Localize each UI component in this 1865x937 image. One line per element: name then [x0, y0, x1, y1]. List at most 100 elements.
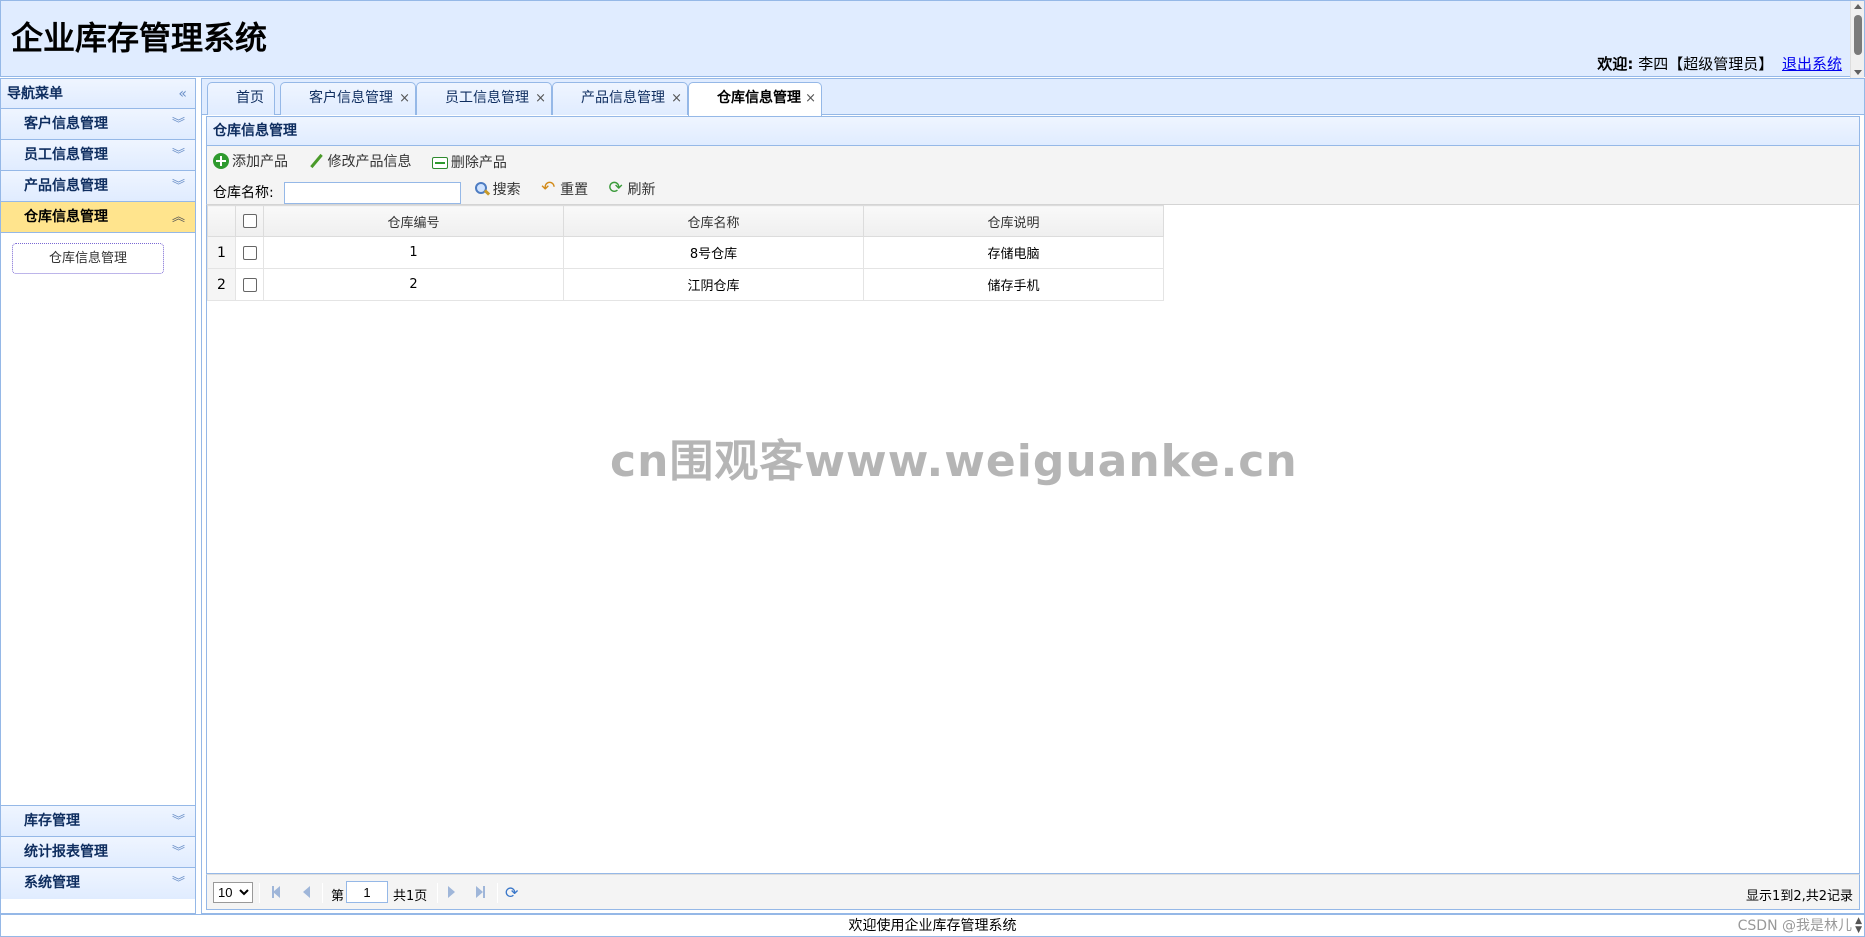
search-button-label: 搜索: [492, 182, 521, 198]
column-header[interactable]: 仓库说明: [863, 205, 1164, 237]
divider: [259, 883, 260, 903]
edit-product-button[interactable]: 修改产品信息: [308, 150, 411, 172]
delete-product-label: 删除产品: [450, 155, 507, 171]
welcome-label: 欢迎:: [1597, 55, 1634, 73]
cell-name: 8号仓库: [563, 236, 864, 269]
close-icon[interactable]: ×: [535, 83, 546, 114]
tab-label: 仓库信息管理: [717, 90, 801, 106]
search-button[interactable]: 搜索: [474, 178, 521, 200]
undo-icon: [541, 178, 557, 198]
chevron-down-icon: ︾: [171, 845, 185, 860]
scroll-thumb[interactable]: [1854, 15, 1862, 55]
previous-page-icon[interactable]: [303, 886, 310, 898]
app-header: 企业库存管理系统 欢迎: 李四【超级管理员】 退出系统: [0, 0, 1865, 78]
reset-button[interactable]: 重置: [541, 178, 588, 200]
sidebar-item-employee[interactable]: 员工信息管理 ︾: [1, 140, 195, 171]
row-select-cell: [235, 268, 264, 301]
pagination-bar: 10 第 共1页 ⟳ 显示1到2,共2记录: [206, 874, 1860, 910]
page-prefix: 第: [331, 889, 345, 904]
reset-button-label: 重置: [560, 182, 589, 198]
tab-label: 产品信息管理: [581, 90, 665, 106]
close-icon[interactable]: ×: [399, 83, 410, 114]
sidebar-item-product[interactable]: 产品信息管理 ︾: [1, 171, 195, 202]
sidebar: 导航菜单 « 客户信息管理 ︾ 员工信息管理 ︾ 产品信息管理 ︾ 仓库信息管理…: [0, 78, 196, 914]
edit-product-label: 修改产品信息: [327, 154, 412, 170]
row-number: 2: [207, 268, 236, 301]
chevron-up-icon: ︽: [171, 210, 185, 225]
toolbar-actions: 添加产品 修改产品信息 删除产品: [213, 150, 523, 174]
tab-label: 首页: [236, 90, 264, 106]
delete-product-button[interactable]: 删除产品: [431, 151, 507, 173]
toolbar: 添加产品 修改产品信息 删除产品 仓库名称: 搜索 ↶ 重置 ⟳ 刷新: [206, 146, 1860, 204]
last-page-icon[interactable]: [476, 886, 485, 898]
divider: [322, 883, 323, 903]
next-page-icon[interactable]: [448, 886, 455, 898]
sidebar-item-warehouse[interactable]: 仓库信息管理 ︽: [1, 202, 195, 233]
first-page-icon[interactable]: [272, 886, 280, 898]
tab-home[interactable]: 首页: [207, 82, 275, 115]
app-title: 企业库存管理系统: [11, 19, 268, 57]
close-icon[interactable]: ×: [671, 83, 682, 114]
search-icon: [474, 181, 490, 197]
reload-icon[interactable]: ⟳: [505, 883, 518, 902]
sidebar-item-label: 员工信息管理: [24, 147, 108, 163]
refresh-button[interactable]: 刷新: [609, 178, 656, 200]
warehouse-info-link[interactable]: 仓库信息管理: [12, 243, 164, 274]
scroll-down-icon[interactable]: [1854, 70, 1862, 75]
add-product-button[interactable]: 添加产品: [213, 150, 288, 172]
table-row[interactable]: 2 2 江阴仓库 储存手机: [207, 268, 1164, 301]
divider: [437, 883, 438, 903]
warehouse-name-input[interactable]: [284, 182, 462, 204]
chevron-down-icon: ︾: [171, 117, 185, 132]
page-info: 显示1到2,共2记录: [1746, 889, 1853, 904]
sidebar-item-customer[interactable]: 客户信息管理 ︾: [1, 109, 195, 140]
refresh-button-label: 刷新: [627, 182, 656, 198]
footer: 欢迎使用企业库存管理系统 CSDN @我是林儿 ▲ ▼: [0, 914, 1865, 937]
add-icon: [213, 153, 229, 169]
sidebar-warehouse-body: 仓库信息管理: [1, 233, 195, 806]
tab-label: 员工信息管理: [445, 90, 529, 106]
sidebar-item-label: 统计报表管理: [24, 844, 108, 860]
page-number-input[interactable]: [346, 881, 388, 903]
cell-desc: 存储电脑: [863, 236, 1164, 269]
sidebar-item-label: 产品信息管理: [24, 178, 108, 194]
tab-bar: 首页 客户信息管理 × 员工信息管理 × 产品信息管理 × 仓库信息管理 ×: [202, 79, 1864, 116]
column-header[interactable]: 仓库名称: [563, 205, 864, 237]
row-checkbox[interactable]: [242, 245, 257, 260]
column-header[interactable]: 仓库编号: [263, 205, 564, 237]
cell-desc: 储存手机: [863, 268, 1164, 301]
tab-product[interactable]: 产品信息管理 ×: [552, 82, 688, 115]
table-header-row: 仓库编号 仓库名称 仓库说明: [207, 205, 1164, 237]
sidebar-item-reports[interactable]: 统计报表管理 ︾: [1, 837, 195, 868]
select-all-checkbox[interactable]: [242, 214, 257, 228]
tab-customer[interactable]: 客户信息管理 ×: [280, 82, 416, 115]
app-root: 企业库存管理系统 欢迎: 李四【超级管理员】 退出系统 导航菜单 « 客户信息管…: [0, 0, 1865, 937]
footer-scroll-icon[interactable]: ▲ ▼: [1855, 917, 1862, 935]
sidebar-item-label: 系统管理: [24, 875, 80, 891]
tab-label: 客户信息管理: [309, 90, 393, 106]
sidebar-header: 导航菜单 «: [1, 79, 195, 109]
toolbar-search: 仓库名称: 搜索 重置 刷新: [213, 178, 672, 204]
sidebar-item-inventory[interactable]: 库存管理 ︾: [1, 806, 195, 837]
divider: [497, 883, 498, 903]
warehouse-table: 仓库编号 仓库名称 仓库说明 1 1 8号仓库 存储电脑 2 2 江阴仓库 储存…: [207, 205, 1164, 301]
row-checkbox[interactable]: [242, 277, 257, 292]
cell-id: 2: [263, 268, 564, 301]
tab-employee[interactable]: 员工信息管理 ×: [416, 82, 552, 115]
sidebar-item-system[interactable]: 系统管理 ︾: [1, 868, 195, 899]
page-total: 共1页: [393, 889, 428, 904]
chevron-down-icon: ︾: [171, 876, 185, 891]
tab-warehouse[interactable]: 仓库信息管理 ×: [688, 82, 822, 116]
sidebar-title: 导航菜单: [7, 86, 63, 102]
table-row[interactable]: 1 1 8号仓库 存储电脑: [207, 236, 1164, 269]
close-icon[interactable]: ×: [805, 83, 816, 114]
page-size-select[interactable]: 10: [213, 882, 253, 903]
user-bar: 欢迎: 李四【超级管理员】 退出系统: [1597, 53, 1842, 74]
logout-link[interactable]: 退出系统: [1782, 55, 1842, 73]
cell-name: 江阴仓库: [563, 268, 864, 301]
panel-title: 仓库信息管理: [206, 116, 1860, 146]
page-scrollbar[interactable]: [1850, 1, 1864, 78]
main-content: 首页 客户信息管理 × 员工信息管理 × 产品信息管理 × 仓库信息管理 × 仓…: [201, 78, 1865, 914]
scroll-up-icon[interactable]: [1854, 4, 1862, 9]
collapse-sidebar-icon[interactable]: «: [178, 79, 187, 109]
